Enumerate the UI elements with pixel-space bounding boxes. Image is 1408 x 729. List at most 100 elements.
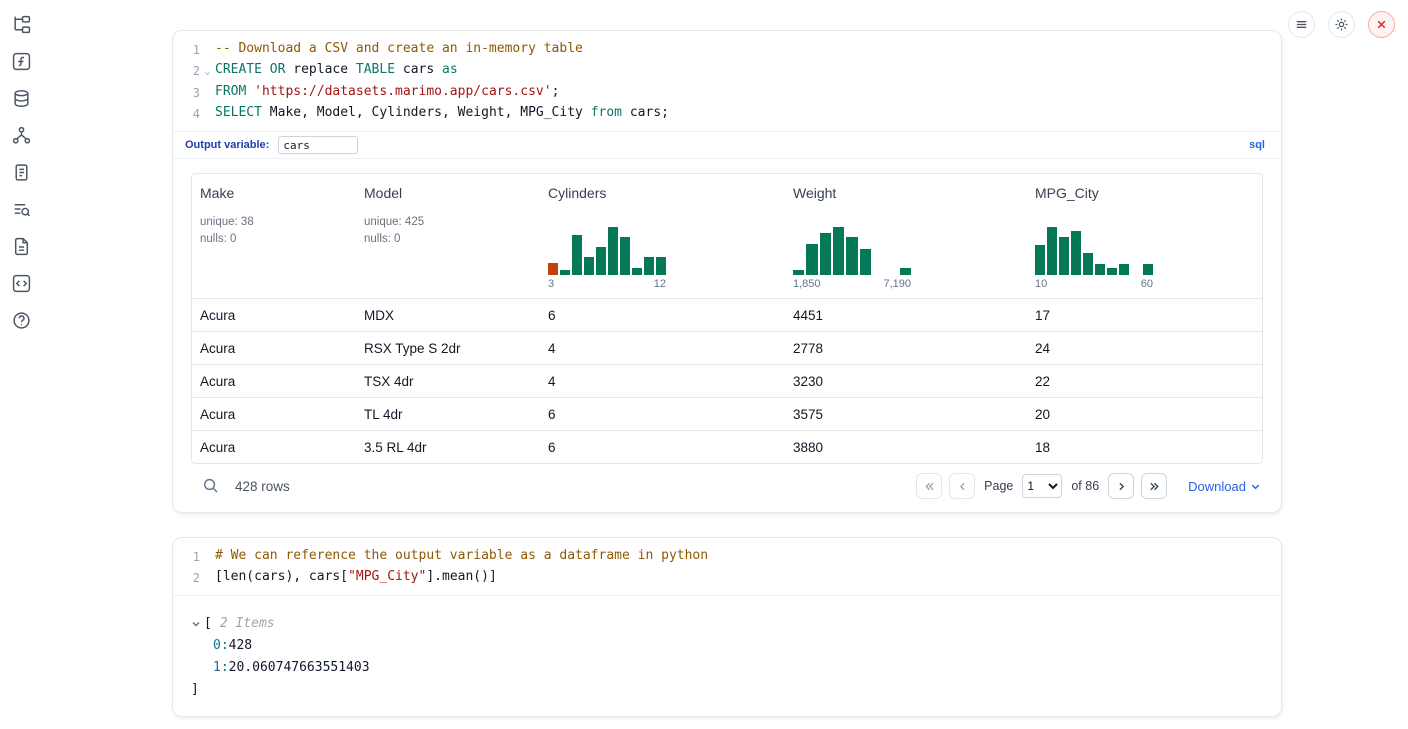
open-bracket: [ [204,613,212,635]
code-line: 1# We can reference the output variable … [173,546,1281,567]
scroll-icon[interactable] [11,162,31,182]
line-number: 3 [173,82,200,103]
help-circle-icon[interactable] [11,310,31,330]
table-cell: 22 [1027,374,1262,389]
code-line: 2⌄CREATE OR replace TABLE cars as [173,60,1281,82]
output-variable-row: Output variable: sql [173,131,1281,159]
table-cell: 24 [1027,341,1262,356]
page-select[interactable]: 1 [1022,474,1062,498]
items-count-label: 2 Items [220,613,275,635]
histogram-bar[interactable] [656,257,666,275]
download-button[interactable]: Download [1188,479,1261,494]
table-cell: RSX Type S 2dr [356,341,540,356]
first-page-button[interactable] [916,473,942,499]
python-code-editor[interactable]: 1# We can reference the output variable … [173,538,1281,595]
marimo-app: 1-- Download a CSV and create an in-memo… [0,0,1408,729]
histogram-bar[interactable] [1095,264,1105,275]
histogram-bar[interactable] [584,257,594,275]
output-variable-label: Output variable: [185,139,269,151]
histogram-bar[interactable] [833,227,844,275]
table-cell: 3.5 RL 4dr [356,440,540,455]
histogram-bar[interactable] [806,244,817,275]
histogram-bar[interactable] [1083,253,1093,275]
table-cell: Acura [192,374,356,389]
histogram-bar[interactable] [1107,268,1117,275]
table-cell: 3880 [785,440,1027,455]
file-text-icon[interactable] [11,236,31,256]
histogram-bar[interactable] [1059,237,1069,275]
menu-button[interactable] [1288,11,1315,38]
histogram-bar[interactable] [620,237,630,275]
line-number: 1 [173,546,200,567]
histogram[interactable] [548,227,666,275]
code-line: 3FROM 'https://datasets.marimo.app/cars.… [173,82,1281,103]
tree-root-row: [ 2 Items [191,613,1263,635]
last-page-button[interactable] [1141,473,1167,499]
close-icon [1374,17,1389,32]
table-cell: 17 [1027,308,1262,323]
column-header-make[interactable]: Makeunique: 38nulls: 0 [192,174,356,298]
histogram-bar[interactable] [560,270,570,275]
histogram-bar[interactable] [572,235,582,275]
settings-button[interactable] [1328,11,1355,38]
table-cell: 3575 [785,407,1027,422]
fold-chevron-icon[interactable]: ⌄ [200,60,215,82]
column-name: Make [200,185,348,201]
histogram-bar[interactable] [548,263,558,275]
fold-spacer [200,39,215,60]
histogram-bar[interactable] [608,227,618,275]
collapse-toggle-icon[interactable] [191,619,204,629]
previous-page-button[interactable] [949,473,975,499]
histogram-bar[interactable] [632,268,642,275]
histogram-bar[interactable] [846,237,857,275]
table-row: AcuraRSX Type S 2dr4277824 [192,331,1262,364]
sql-code-editor[interactable]: 1-- Download a CSV and create an in-memo… [173,31,1281,131]
fold-spacer [200,546,215,567]
histogram-bar[interactable] [860,249,871,275]
histogram-bar[interactable] [1047,227,1057,275]
table-cell: 6 [540,308,785,323]
table-cell: TSX 4dr [356,374,540,389]
line-number: 1 [173,39,200,60]
function-square-icon[interactable] [11,51,31,71]
histogram-bar[interactable] [793,270,804,275]
histogram-bar[interactable] [1119,264,1129,275]
histogram-bar[interactable] [644,257,654,275]
column-header-model[interactable]: Modelunique: 425nulls: 0 [356,174,540,298]
histogram-bar[interactable] [820,233,831,275]
histogram-bar[interactable] [1035,245,1045,275]
search-icon[interactable] [202,477,220,495]
column-header-cylinders[interactable]: Cylinders312 [540,174,785,298]
file-tree-icon[interactable] [11,14,31,34]
code-line: 1-- Download a CSV and create an in-memo… [173,39,1281,60]
column-name: MPG_City [1035,185,1254,201]
dependency-graph-icon[interactable] [11,125,31,145]
python-cell: 1# We can reference the output variable … [172,537,1282,717]
table-header: Makeunique: 38nulls: 0Modelunique: 425nu… [192,174,1262,298]
code-text: SELECT Make, Model, Cylinders, Weight, M… [215,103,669,124]
table-cell: 3230 [785,374,1027,389]
tree-entry: 1: 20.060747663551403 [191,657,1263,679]
close-bracket: ] [191,679,199,701]
histogram-bar[interactable] [596,247,606,275]
table-cell: TL 4dr [356,407,540,422]
notebook: 1-- Download a CSV and create an in-memo… [172,30,1282,717]
table-row: AcuraMDX6445117 [192,298,1262,331]
next-page-button[interactable] [1108,473,1134,499]
list-search-icon[interactable] [11,199,31,219]
table-cell: Acura [192,440,356,455]
histogram[interactable] [1035,227,1153,275]
histogram-bar[interactable] [1071,231,1081,275]
chevron-down-icon [1250,481,1261,492]
output-variable-input[interactable] [278,136,358,154]
code-block-icon[interactable] [11,273,31,293]
column-header-weight[interactable]: Weight1,8507,190 [785,174,1027,298]
histogram[interactable] [793,227,911,275]
histogram-bar[interactable] [900,268,911,275]
histogram-bar[interactable] [1143,264,1153,275]
database-icon[interactable] [11,88,31,108]
shutdown-button[interactable] [1368,11,1395,38]
column-header-mpg_city[interactable]: MPG_City1060 [1027,174,1262,298]
table-cell: MDX [356,308,540,323]
fold-spacer [200,567,215,588]
